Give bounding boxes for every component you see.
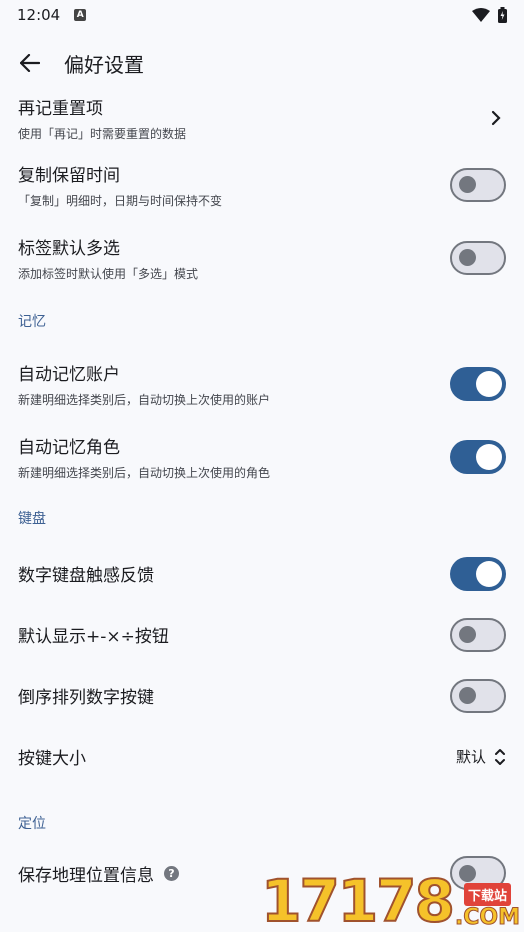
reverse-number-keys-switch[interactable] — [450, 678, 506, 713]
tag-multi-select-title: 标签默认多选 — [18, 238, 120, 259]
status-bar: 12:04 A — [0, 0, 524, 30]
notification-a-icon: A — [74, 9, 87, 21]
wifi-icon — [472, 8, 490, 22]
copy-keep-time-subtitle: 「复制」明细时，日期与时间保持不变 — [18, 193, 223, 208]
battery-icon — [498, 7, 507, 23]
reset-items-row[interactable]: 再记重置项 使用「再记」时需要重置的数据 — [0, 88, 524, 148]
auto-remember-account-row[interactable]: 自动记忆账户 新建明细选择类别后，自动切换上次使用的账户 — [0, 347, 524, 420]
show-operators-row[interactable]: 默认显示+-×÷按钮 — [0, 604, 524, 665]
tag-multi-select-subtitle: 添加标签时默认使用「多选」模式 — [18, 266, 199, 281]
keypad-haptic-switch[interactable] — [450, 556, 506, 591]
reset-items-subtitle: 使用「再记」时需要重置的数据 — [18, 127, 187, 141]
unfold-icon — [495, 748, 505, 765]
chevron-right-icon — [486, 108, 506, 128]
section-keyboard: 键盘 — [18, 511, 46, 527]
key-size-value: 默认 — [455, 748, 486, 766]
copy-keep-time-title: 复制保留时间 — [18, 165, 120, 186]
tag-multi-select-row[interactable]: 标签默认多选 添加标签时默认使用「多选」模式 — [0, 221, 524, 294]
help-icon[interactable]: ? — [164, 865, 179, 881]
reverse-number-keys-row[interactable]: 倒序排列数字按键 — [0, 665, 524, 726]
auto-remember-role-row[interactable]: 自动记忆角色 新建明细选择类别后，自动切换上次使用的角色 — [0, 420, 524, 493]
show-operators-switch[interactable] — [450, 617, 506, 652]
keypad-haptic-title: 数字键盘触感反馈 — [18, 566, 154, 586]
watermark-top: 下载站 — [463, 882, 511, 906]
key-size-row[interactable]: 按键大小 默认 — [0, 726, 524, 787]
reverse-number-keys-title: 倒序排列数字按键 — [18, 688, 154, 708]
status-time: 12:04 — [17, 6, 61, 24]
auto-remember-role-subtitle: 新建明细选择类别后，自动切换上次使用的角色 — [18, 465, 271, 480]
auto-remember-account-title: 自动记忆账户 — [18, 364, 120, 385]
tag-multi-select-switch[interactable] — [450, 240, 506, 275]
section-location: 定位 — [18, 816, 46, 832]
save-location-title: 保存地理位置信息 — [18, 865, 154, 886]
auto-remember-account-subtitle: 新建明细选择类别后，自动切换上次使用的账户 — [18, 392, 271, 407]
auto-remember-account-switch[interactable] — [450, 366, 506, 401]
keypad-haptic-row[interactable]: 数字键盘触感反馈 — [0, 543, 524, 604]
key-size-select[interactable]: 默认 — [456, 746, 506, 767]
key-size-title: 按键大小 — [18, 749, 86, 769]
page-title: 偏好设置 — [64, 52, 144, 77]
back-arrow-icon[interactable] — [18, 51, 42, 75]
auto-remember-role-switch[interactable] — [450, 439, 506, 474]
watermark-bottom: .COM — [454, 904, 520, 930]
watermark-digits: 17178 — [260, 867, 456, 932]
watermark-logo: 17178 下载站 .COM — [260, 867, 520, 932]
copy-keep-time-switch[interactable] — [450, 167, 506, 202]
auto-remember-role-title: 自动记忆角色 — [18, 437, 120, 458]
reset-items-title: 再记重置项 — [18, 99, 103, 119]
copy-keep-time-row[interactable]: 复制保留时间 「复制」明细时，日期与时间保持不变 — [0, 148, 524, 221]
show-operators-title: 默认显示+-×÷按钮 — [18, 627, 169, 647]
app-bar: 偏好设置 — [0, 30, 524, 96]
section-memory: 记忆 — [18, 313, 46, 330]
settings-list: 再记重置项 使用「再记」时需要重置的数据 复制保留时间 「复制」明细时，日期与时… — [0, 88, 524, 890]
